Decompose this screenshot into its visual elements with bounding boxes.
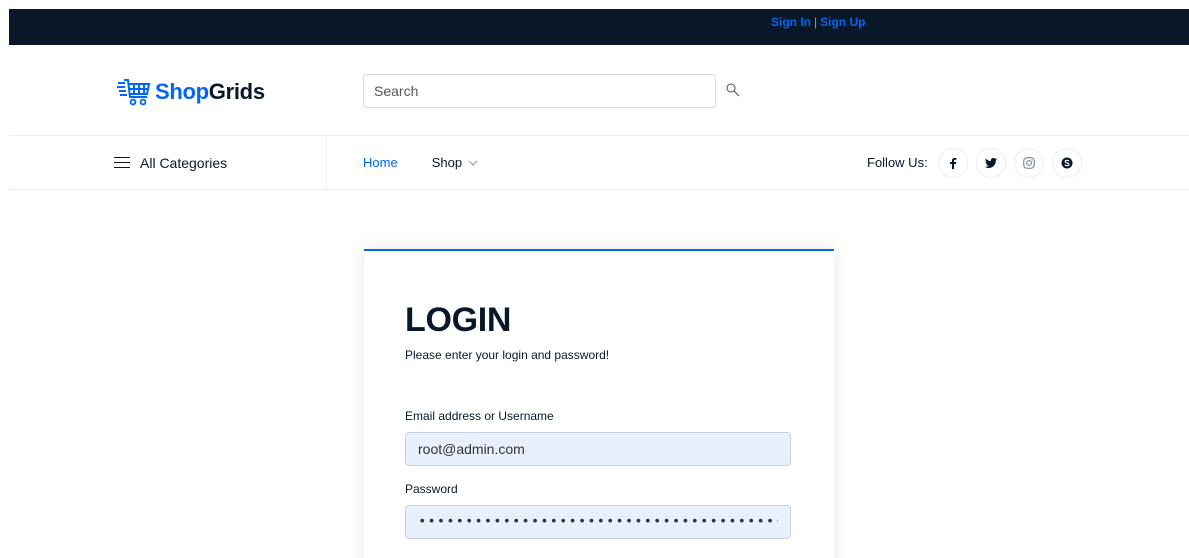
main-navigation: All Categories Home Shop Follow Us: [9,135,1189,190]
all-categories-button[interactable]: All Categories [9,136,327,189]
nav-shop-label: Shop [431,155,463,170]
search-input[interactable] [364,75,715,107]
facebook-icon [949,157,957,169]
follow-us: Follow Us: [867,136,1090,189]
password-field[interactable] [405,505,791,539]
sign-up-link[interactable]: Sign Up [820,15,865,29]
nav-home-link[interactable]: Home [363,155,398,170]
hamburger-icon [114,156,130,169]
brand-name-shop: Shop [155,79,209,104]
login-subtitle: Please enter your login and password! [405,348,610,362]
sign-in-link[interactable]: Sign In [771,15,811,29]
email-label: Email address or Username [405,409,554,423]
nav-shop-dropdown[interactable]: Shop [432,155,478,170]
chevron-down-icon [468,160,478,166]
nav-links: Home Shop [363,136,512,189]
login-title: LOGIN [405,301,512,339]
skype-icon [1061,157,1073,168]
shopping-cart-icon [117,79,151,106]
twitter-link[interactable] [975,147,1006,178]
auth-separator: | [814,15,818,29]
facebook-link[interactable] [937,147,968,178]
skype-link[interactable] [1051,147,1082,178]
follow-us-label: Follow Us: [867,155,928,170]
brand-logo[interactable]: ShopGrids [117,76,265,108]
instagram-icon [1022,156,1035,169]
search-box [363,74,716,108]
nav-home-label: Home [363,155,398,170]
brand-name: ShopGrids [155,79,265,105]
auth-links: Sign In | Sign Up [771,15,865,29]
password-label: Password [405,482,458,496]
top-bar: Sign In | Sign Up [9,9,1189,45]
brand-name-grids: Grids [208,79,265,104]
header: ShopGrids [9,45,1189,135]
search-icon [726,83,740,97]
all-categories-label: All Categories [140,154,228,171]
search-button[interactable] [725,82,741,98]
login-card: LOGIN Please enter your login and passwo… [364,249,834,558]
instagram-link[interactable] [1013,147,1044,178]
twitter-icon [984,157,997,168]
email-field[interactable] [405,432,791,466]
